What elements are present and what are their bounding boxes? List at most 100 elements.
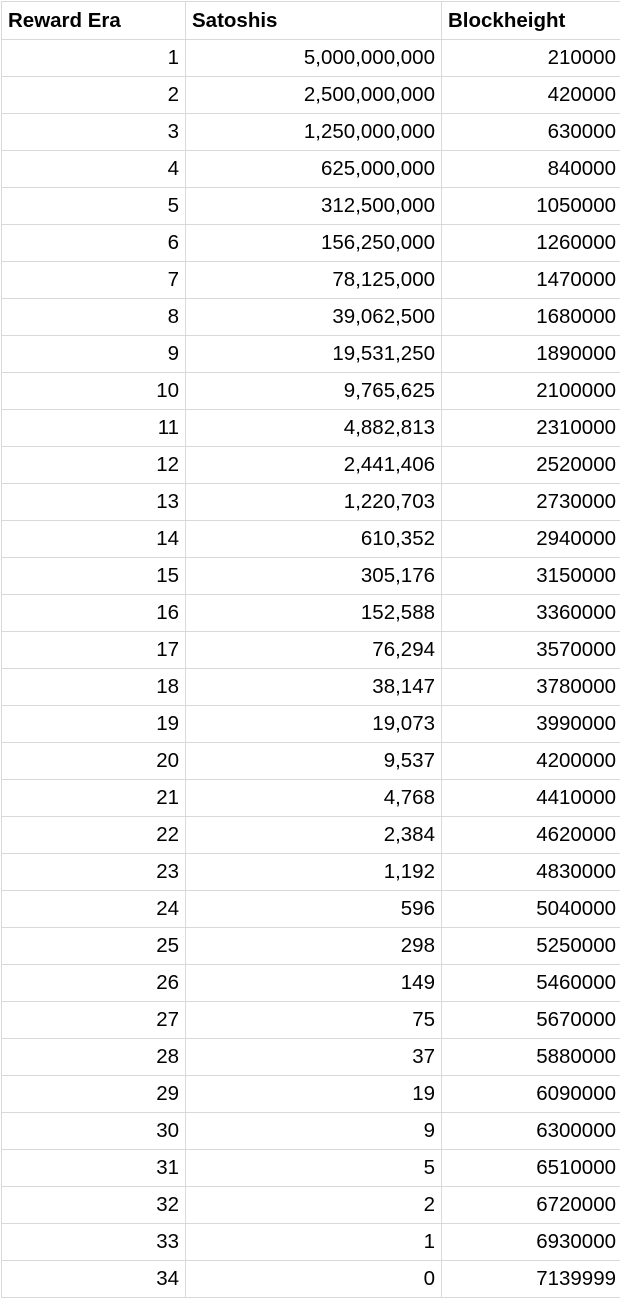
cell-reward-era[interactable]: 32 [1, 1186, 186, 1224]
cell-satoshis[interactable]: 2,384 [185, 816, 442, 854]
cell-satoshis[interactable]: 9,537 [185, 742, 442, 780]
cell-satoshis[interactable]: 152,588 [185, 594, 442, 632]
cell-satoshis[interactable]: 19,073 [185, 705, 442, 743]
cell-blockheight[interactable]: 4410000 [441, 779, 620, 817]
cell-blockheight[interactable]: 5460000 [441, 964, 620, 1002]
cell-blockheight[interactable]: 1680000 [441, 298, 620, 336]
cell-reward-era[interactable]: 11 [1, 409, 186, 447]
cell-blockheight[interactable]: 3150000 [441, 557, 620, 595]
cell-blockheight[interactable]: 210000 [441, 39, 620, 77]
cell-blockheight[interactable]: 4620000 [441, 816, 620, 854]
cell-blockheight[interactable]: 6300000 [441, 1112, 620, 1150]
cell-reward-era[interactable]: 33 [1, 1223, 186, 1261]
cell-satoshis[interactable]: 4,882,813 [185, 409, 442, 447]
cell-blockheight[interactable]: 7139999 [441, 1260, 620, 1298]
cell-blockheight[interactable]: 630000 [441, 113, 620, 151]
cell-blockheight[interactable]: 420000 [441, 76, 620, 114]
cell-reward-era[interactable]: 12 [1, 446, 186, 484]
cell-blockheight[interactable]: 4830000 [441, 853, 620, 891]
cell-blockheight[interactable]: 2310000 [441, 409, 620, 447]
cell-reward-era[interactable]: 31 [1, 1149, 186, 1187]
cell-blockheight[interactable]: 3570000 [441, 631, 620, 669]
cell-reward-era[interactable]: 9 [1, 335, 186, 373]
cell-satoshis[interactable]: 1,220,703 [185, 483, 442, 521]
cell-blockheight[interactable]: 1260000 [441, 224, 620, 262]
cell-reward-era[interactable]: 5 [1, 187, 186, 225]
cell-blockheight[interactable]: 2520000 [441, 446, 620, 484]
cell-reward-era[interactable]: 4 [1, 150, 186, 188]
cell-satoshis[interactable]: 5 [185, 1149, 442, 1187]
cell-blockheight[interactable]: 5040000 [441, 890, 620, 928]
cell-reward-era[interactable]: 14 [1, 520, 186, 558]
cell-satoshis[interactable]: 4,768 [185, 779, 442, 817]
cell-satoshis[interactable]: 9 [185, 1112, 442, 1150]
cell-reward-era[interactable]: 16 [1, 594, 186, 632]
cell-blockheight[interactable]: 5250000 [441, 927, 620, 965]
cell-satoshis[interactable]: 19 [185, 1075, 442, 1113]
cell-reward-era[interactable]: 19 [1, 705, 186, 743]
cell-satoshis[interactable]: 19,531,250 [185, 335, 442, 373]
cell-reward-era[interactable]: 3 [1, 113, 186, 151]
cell-reward-era[interactable]: 23 [1, 853, 186, 891]
cell-reward-era[interactable]: 24 [1, 890, 186, 928]
cell-reward-era[interactable]: 15 [1, 557, 186, 595]
cell-reward-era[interactable]: 17 [1, 631, 186, 669]
cell-satoshis[interactable]: 2 [185, 1186, 442, 1224]
cell-blockheight[interactable]: 4200000 [441, 742, 620, 780]
cell-reward-era[interactable]: 21 [1, 779, 186, 817]
cell-satoshis[interactable]: 39,062,500 [185, 298, 442, 336]
cell-satoshis[interactable]: 2,441,406 [185, 446, 442, 484]
cell-reward-era[interactable]: 1 [1, 39, 186, 77]
cell-satoshis[interactable]: 149 [185, 964, 442, 1002]
cell-satoshis[interactable]: 610,352 [185, 520, 442, 558]
cell-satoshis[interactable]: 312,500,000 [185, 187, 442, 225]
cell-reward-era[interactable]: 28 [1, 1038, 186, 1076]
cell-reward-era[interactable]: 2 [1, 76, 186, 114]
cell-blockheight[interactable]: 6930000 [441, 1223, 620, 1261]
cell-satoshis[interactable]: 625,000,000 [185, 150, 442, 188]
cell-reward-era[interactable]: 25 [1, 927, 186, 965]
cell-reward-era[interactable]: 26 [1, 964, 186, 1002]
cell-blockheight[interactable]: 6090000 [441, 1075, 620, 1113]
cell-reward-era[interactable]: 20 [1, 742, 186, 780]
cell-reward-era[interactable]: 30 [1, 1112, 186, 1150]
cell-blockheight[interactable]: 1050000 [441, 187, 620, 225]
cell-blockheight[interactable]: 2940000 [441, 520, 620, 558]
cell-blockheight[interactable]: 5880000 [441, 1038, 620, 1076]
cell-reward-era[interactable]: 27 [1, 1001, 186, 1039]
cell-satoshis[interactable]: 156,250,000 [185, 224, 442, 262]
cell-satoshis[interactable]: 2,500,000,000 [185, 76, 442, 114]
cell-reward-era[interactable]: 29 [1, 1075, 186, 1113]
cell-blockheight[interactable]: 1890000 [441, 335, 620, 373]
cell-blockheight[interactable]: 6720000 [441, 1186, 620, 1224]
cell-blockheight[interactable]: 6510000 [441, 1149, 620, 1187]
cell-satoshis[interactable]: 37 [185, 1038, 442, 1076]
cell-satoshis[interactable]: 0 [185, 1260, 442, 1298]
cell-blockheight[interactable]: 840000 [441, 150, 620, 188]
cell-reward-era[interactable]: 8 [1, 298, 186, 336]
cell-satoshis[interactable]: 9,765,625 [185, 372, 442, 410]
cell-reward-era[interactable]: 6 [1, 224, 186, 262]
cell-blockheight[interactable]: 3780000 [441, 668, 620, 706]
cell-reward-era[interactable]: 18 [1, 668, 186, 706]
cell-blockheight[interactable]: 1470000 [441, 261, 620, 299]
cell-satoshis[interactable]: 298 [185, 927, 442, 965]
header-cell-blockheight[interactable]: Blockheight [441, 1, 620, 40]
cell-reward-era[interactable]: 34 [1, 1260, 186, 1298]
cell-satoshis[interactable]: 596 [185, 890, 442, 928]
cell-blockheight[interactable]: 5670000 [441, 1001, 620, 1039]
cell-satoshis[interactable]: 1,250,000,000 [185, 113, 442, 151]
cell-satoshis[interactable]: 75 [185, 1001, 442, 1039]
cell-blockheight[interactable]: 3990000 [441, 705, 620, 743]
cell-reward-era[interactable]: 13 [1, 483, 186, 521]
header-cell-satoshis[interactable]: Satoshis [185, 1, 442, 40]
cell-satoshis[interactable]: 1 [185, 1223, 442, 1261]
cell-blockheight[interactable]: 3360000 [441, 594, 620, 632]
cell-blockheight[interactable]: 2730000 [441, 483, 620, 521]
cell-satoshis[interactable]: 76,294 [185, 631, 442, 669]
cell-satoshis[interactable]: 38,147 [185, 668, 442, 706]
cell-satoshis[interactable]: 78,125,000 [185, 261, 442, 299]
cell-satoshis[interactable]: 1,192 [185, 853, 442, 891]
cell-satoshis[interactable]: 305,176 [185, 557, 442, 595]
cell-blockheight[interactable]: 2100000 [441, 372, 620, 410]
